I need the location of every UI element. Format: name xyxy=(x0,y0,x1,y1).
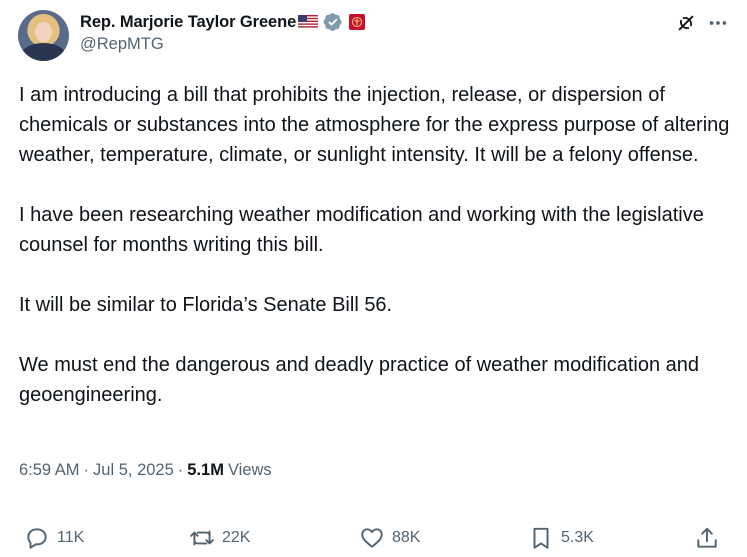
share-button[interactable] xyxy=(694,525,720,551)
bookmark-count: 5.3K xyxy=(561,529,594,546)
repost-icon xyxy=(190,530,214,546)
tweet-paragraph: It will be similar to Florida’s Senate B… xyxy=(19,294,393,316)
like-button[interactable]: 88K xyxy=(359,525,420,551)
grok-icon[interactable] xyxy=(675,12,697,34)
bookmark-icon xyxy=(533,527,549,549)
house-affiliate-badge-icon[interactable] xyxy=(348,13,366,31)
timestamp-time[interactable]: 6:59 AM xyxy=(19,461,80,480)
more-icon[interactable] xyxy=(707,12,729,34)
verified-badge-icon[interactable] xyxy=(323,12,343,32)
tweet-paragraph: I am introducing a bill that prohibits t… xyxy=(19,84,735,166)
tweet-paragraph: I have been researching weather modifica… xyxy=(19,204,710,256)
share-icon xyxy=(697,527,717,548)
action-bar: 11K 22K 88K 5.3K xyxy=(24,523,724,553)
timestamp-date[interactable]: Jul 5, 2025 xyxy=(93,461,174,480)
top-actions xyxy=(675,12,729,34)
tweet-text: I am introducing a bill that prohibits t… xyxy=(19,80,734,440)
separator-dot: · xyxy=(83,461,90,479)
repost-button[interactable]: 22K xyxy=(189,525,250,551)
tweet-paragraph: We must end the dangerous and deadly pra… xyxy=(19,354,705,406)
tweet-meta: 6:59 AM · Jul 5, 2025 · 5.1M Views xyxy=(19,461,272,480)
us-flag-icon xyxy=(298,15,319,29)
avatar[interactable] xyxy=(18,10,69,61)
views-label: Views xyxy=(227,461,272,479)
separator-dot: · xyxy=(177,461,184,479)
reply-icon xyxy=(27,528,47,549)
author-handle[interactable]: @RepMTG xyxy=(80,35,366,54)
author-name[interactable]: Rep. Marjorie Taylor Greene xyxy=(80,13,296,32)
author-header: Rep. Marjorie Taylor Greene @RepMTG xyxy=(80,11,366,54)
like-count: 88K xyxy=(392,529,421,546)
bookmark-button[interactable]: 5.3K xyxy=(528,525,594,551)
reply-button[interactable]: 11K xyxy=(24,525,84,551)
heart-icon xyxy=(361,528,383,548)
views-count[interactable]: 5.1M xyxy=(187,461,224,480)
repost-count: 22K xyxy=(222,529,251,546)
reply-count: 11K xyxy=(57,529,85,546)
